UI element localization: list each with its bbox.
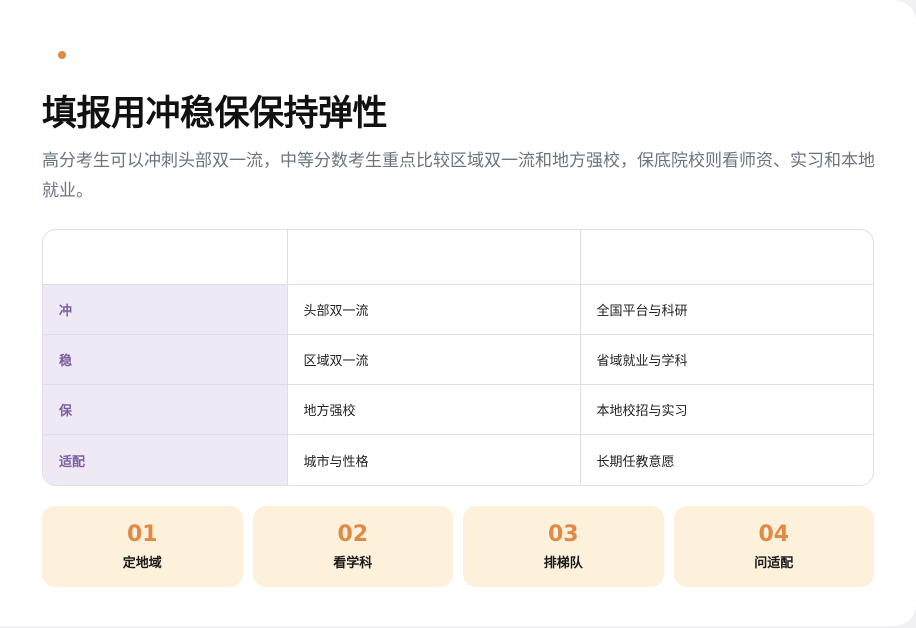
row-label: 冲 — [43, 284, 288, 335]
row-label: 保 — [43, 384, 288, 436]
table-cell: 本地校招与实习 — [580, 384, 873, 436]
content-card: 填报用冲稳保保持弹性 高分考生可以冲刺头部双一流，中等分数考生重点比较区域双一流… — [0, 0, 916, 626]
table-row: 保 地方强校 本地校招与实习 — [43, 384, 873, 436]
step-number: 02 — [337, 522, 369, 547]
step-number: 01 — [126, 522, 158, 547]
table-cell: 城市与性格 — [287, 434, 581, 485]
page-title: 填报用冲稳保保持弹性 — [42, 94, 388, 134]
step-number: 03 — [547, 522, 579, 547]
step-card-2: 02 看学科 — [252, 506, 453, 587]
step-card-4: 04 问适配 — [673, 506, 874, 587]
step-label: 排梯队 — [543, 556, 583, 571]
table-cell: 头部双一流 — [287, 284, 581, 335]
step-label: 问适配 — [754, 556, 794, 571]
step-card-1: 01 定地域 — [42, 506, 243, 587]
row-label: 适配 — [43, 434, 288, 485]
table-cell: 省域就业与学科 — [580, 334, 873, 386]
step-label: 定地域 — [122, 556, 162, 571]
table-row: 适配 城市与性格 长期任教意愿 — [43, 434, 873, 485]
table-header-cell — [287, 230, 581, 285]
table-cell: 地方强校 — [287, 384, 581, 436]
table-cell: 区域双一流 — [287, 334, 581, 386]
table-row: 冲 头部双一流 全国平台与科研 — [43, 284, 873, 335]
table-header-cell — [43, 230, 288, 285]
table-header-row — [43, 230, 873, 285]
table-header-cell — [580, 230, 873, 285]
accent-dot — [58, 51, 66, 59]
table-cell: 全国平台与科研 — [580, 284, 873, 335]
step-card-3: 03 排梯队 — [463, 506, 664, 587]
table-cell: 长期任教意愿 — [596, 454, 675, 470]
page-subtitle: 高分考生可以冲刺头部双一流，中等分数考生重点比较区域双一流和地方强校，保底院校则… — [42, 151, 875, 201]
step-cards: 01 定地域 02 看学科 03 排梯队 04 问适配 — [42, 506, 874, 587]
comparison-table: 冲 头部双一流 全国平台与科研 稳 区域双一流 省域就业与学科 保 地方强校 本… — [42, 229, 874, 486]
step-label: 看学科 — [333, 556, 373, 571]
row-label: 稳 — [43, 334, 288, 386]
step-number: 04 — [758, 522, 790, 547]
table-row: 稳 区域双一流 省域就业与学科 — [43, 334, 873, 386]
